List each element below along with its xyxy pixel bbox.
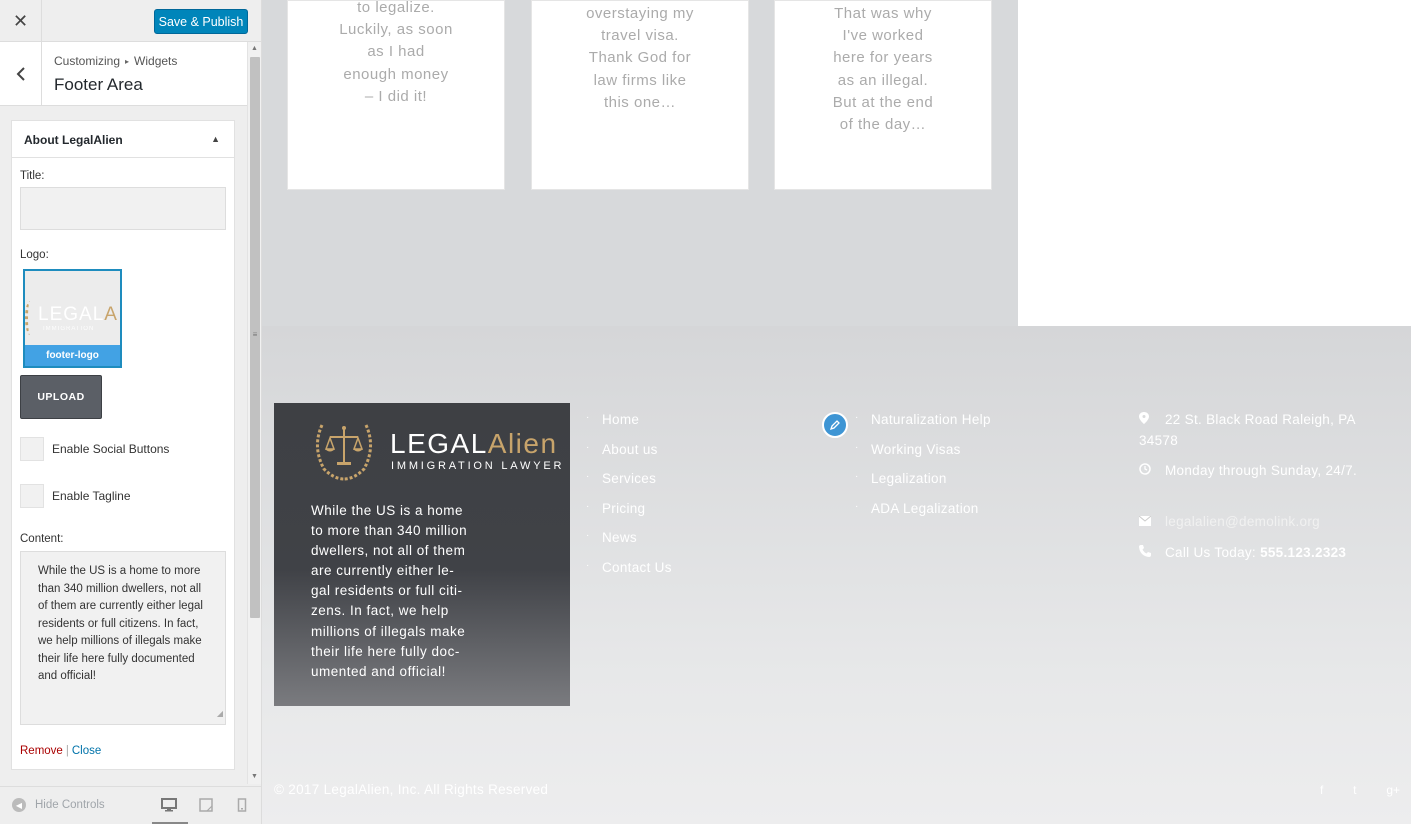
widget-about-legalalien: About LegalAlien ▲ Title: Logo: LEGALA I… xyxy=(11,120,235,770)
desktop-icon xyxy=(161,798,177,812)
breadcrumb-widgets: Widgets xyxy=(134,54,178,68)
footer-menu-primary: · Home · About us · Services · Pricing · News… xyxy=(586,412,672,589)
testimonial-card: overstaying my travel visa. Thank God fo… xyxy=(531,0,749,190)
testimonial-card: to legalize. Luckily, as soon as I had e… xyxy=(287,0,505,190)
enable-tagline-row[interactable]: Enable Tagline xyxy=(20,484,131,508)
enable-tagline-checkbox[interactable] xyxy=(20,484,44,508)
hide-controls-button[interactable]: ◀ Hide Controls xyxy=(12,798,105,812)
enable-social-checkbox[interactable] xyxy=(20,437,44,461)
resize-handle-icon[interactable]: ◢ xyxy=(217,705,223,723)
facebook-icon[interactable]: f xyxy=(1320,783,1323,797)
customizer-sidebar: ✕ Save & Publish Customizing ▸ Widgets Foo… xyxy=(0,0,262,824)
contact-email[interactable]: legalalien@demolink.org xyxy=(1138,512,1369,533)
testimonial-card: That was why I've worked here for years … xyxy=(774,0,992,190)
footer-link-legalization[interactable]: · Legalization xyxy=(855,471,991,501)
footer-link-working-visas[interactable]: · Working Visas xyxy=(855,442,991,472)
scrollbar-thumb[interactable]: ≡ xyxy=(250,57,260,618)
contact-hours: Monday through Sunday, 24/7. xyxy=(1139,461,1369,482)
save-publish-button[interactable]: Save & Publish xyxy=(154,9,248,34)
footer-link-naturalization[interactable]: · Naturalization Help xyxy=(855,412,991,442)
logo-label: Logo: xyxy=(20,249,49,261)
widget-actions: Remove | Close xyxy=(20,745,101,757)
white-panel xyxy=(1018,0,1411,326)
section-header: Customizing ▸ Widgets Footer Area xyxy=(0,42,247,106)
content-text: While the US is a home to more than 340 … xyxy=(38,565,203,682)
location-pin-icon xyxy=(1139,410,1165,431)
tablet-icon xyxy=(199,798,213,812)
footer-logo-brand: LEGALAlien xyxy=(390,428,558,459)
actions-separator: | xyxy=(65,745,69,757)
close-icon: ✕ xyxy=(12,10,29,31)
scroll-up-icon[interactable]: ▲ xyxy=(251,45,258,52)
laurel-icon xyxy=(25,301,35,335)
enable-social-row[interactable]: Enable Social Buttons xyxy=(20,437,169,461)
upload-button[interactable]: UPLOAD xyxy=(20,375,102,419)
title-input[interactable] xyxy=(20,187,226,230)
logo-preview: LEGALA IMMIGRATION xyxy=(25,271,120,345)
title-label: Title: xyxy=(20,170,45,182)
remove-link[interactable]: Remove xyxy=(20,745,63,757)
enable-social-label: Enable Social Buttons xyxy=(52,442,170,456)
footer-about-text: While the US is a home to more than 340 … xyxy=(311,503,468,679)
envelope-icon xyxy=(1138,512,1165,533)
footer-link-pricing[interactable]: · Pricing xyxy=(586,501,672,531)
pencil-icon xyxy=(829,420,840,431)
contact-address: 22 St. Black Road Raleigh, PA 34578 xyxy=(1139,410,1356,448)
widget-title: About LegalAlien xyxy=(24,133,123,147)
breadcrumb-separator-icon: ▸ xyxy=(125,57,130,66)
mobile-icon xyxy=(237,798,247,812)
google-plus-icon[interactable]: g+ xyxy=(1386,783,1400,797)
site-preview: to legalize. Luckily, as soon as I had e… xyxy=(262,0,1411,824)
collapse-icon: ◀ xyxy=(12,798,26,812)
copyright-text: © 2017 LegalAlien, Inc. All Rights Reser… xyxy=(274,782,549,797)
logo-caption: footer-logo xyxy=(25,345,120,366)
site-footer: LEGALAlien IMMIGRATION LAWYER While the … xyxy=(262,326,1411,824)
footer-link-news[interactable]: · News xyxy=(586,530,672,560)
phone-number[interactable]: 555.123.2323 xyxy=(1260,545,1346,560)
breadcrumb: Customizing ▸ Widgets xyxy=(54,54,177,68)
logo-thumbnail[interactable]: LEGALA IMMIGRATION footer-logo xyxy=(23,269,122,368)
phone-icon xyxy=(1139,543,1165,564)
mobile-preview-button[interactable] xyxy=(232,795,252,815)
twitter-icon[interactable]: t xyxy=(1353,783,1356,797)
footer-logo-tagline: IMMIGRATION LAWYER xyxy=(391,460,565,472)
hide-controls-label: Hide Controls xyxy=(35,799,105,811)
back-button[interactable] xyxy=(0,42,42,105)
desktop-preview-button[interactable] xyxy=(159,795,179,815)
breadcrumb-customizing: Customizing xyxy=(54,54,121,68)
sidebar-scrollbar[interactable]: ▲ ≡ ▼ xyxy=(247,42,261,784)
scroll-down-icon[interactable]: ▼ xyxy=(251,773,258,780)
scales-of-justice-icon xyxy=(316,424,372,481)
footer-link-ada-legalization[interactable]: · ADA Legalization xyxy=(855,501,991,531)
contact-phone: Call Us Today: 555.123.2323 xyxy=(1139,543,1369,564)
footer-link-home[interactable]: · Home xyxy=(586,412,672,442)
chevron-left-icon xyxy=(16,66,25,81)
customizer-footer: ◀ Hide Controls xyxy=(0,786,261,824)
footer-about-box: LEGALAlien IMMIGRATION LAWYER While the … xyxy=(274,403,570,706)
widget-header[interactable]: About LegalAlien ▲ xyxy=(12,121,234,158)
footer-link-services[interactable]: · Services xyxy=(586,471,672,501)
close-link[interactable]: Close xyxy=(72,745,101,757)
footer-link-contact[interactable]: · Contact Us xyxy=(586,560,672,590)
content-textarea[interactable]: While the US is a home to more than 340 … xyxy=(20,551,226,725)
clock-icon xyxy=(1139,461,1165,482)
logo-thumb-brand: LEGALA xyxy=(38,304,118,325)
edit-shortcut-button[interactable] xyxy=(822,412,848,438)
footer-menu-services: · Naturalization Help · Working Visas · Leg… xyxy=(855,412,991,530)
logo-thumb-subtitle: IMMIGRATION xyxy=(43,326,95,332)
customizer-header: ✕ Save & Publish xyxy=(0,0,261,42)
social-links: f t g+ xyxy=(1320,783,1400,797)
content-label: Content: xyxy=(20,533,64,545)
grip-icon: ≡ xyxy=(252,330,258,339)
close-customizer-button[interactable]: ✕ xyxy=(0,0,42,42)
footer-link-about[interactable]: · About us xyxy=(586,442,672,472)
section-title: Footer Area xyxy=(54,75,143,94)
collapse-arrow-icon[interactable]: ▲ xyxy=(211,134,220,144)
tablet-preview-button[interactable] xyxy=(196,795,216,815)
enable-tagline-label: Enable Tagline xyxy=(52,489,131,503)
